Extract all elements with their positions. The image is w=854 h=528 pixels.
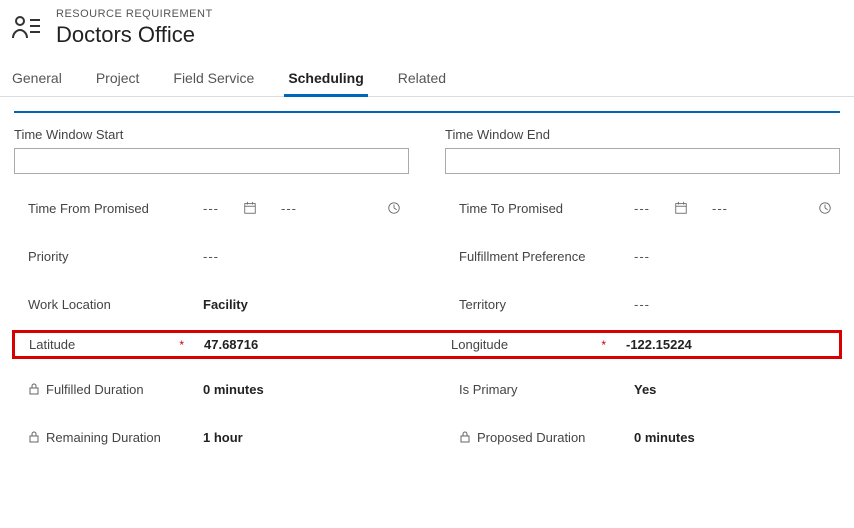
tab-scheduling[interactable]: Scheduling (284, 60, 367, 97)
record-title: Doctors Office (56, 22, 213, 48)
calendar-icon[interactable] (243, 201, 257, 215)
value-longitude[interactable]: -122.15224 (626, 337, 692, 352)
value-priority[interactable]: --- (203, 249, 219, 264)
label-longitude: Longitude (451, 337, 508, 352)
value-proposed-duration: 0 minutes (634, 430, 695, 445)
label-time-from-promised: Time From Promised (28, 201, 149, 216)
field-time-to-promised: Time To Promised --- --- (445, 184, 840, 232)
tab-field-service[interactable]: Field Service (169, 60, 258, 97)
label-territory: Territory (459, 297, 506, 312)
field-remaining-duration: Remaining Duration 1 hour (14, 413, 409, 461)
entity-icon (8, 10, 44, 46)
lock-icon (28, 431, 40, 443)
time-from-promised-time[interactable]: --- (281, 201, 297, 216)
value-remaining-duration: 1 hour (203, 430, 243, 445)
section-label-time-window-start: Time Window Start (14, 127, 409, 142)
entity-subtitle: RESOURCE REQUIREMENT (56, 8, 213, 20)
label-remaining-duration: Remaining Duration (46, 430, 161, 445)
field-fulfilled-duration: Fulfilled Duration 0 minutes (14, 365, 409, 413)
time-to-promised-time[interactable]: --- (712, 201, 728, 216)
label-work-location: Work Location (28, 297, 111, 312)
value-latitude[interactable]: 47.68716 (204, 337, 258, 352)
field-territory: Territory --- (445, 280, 840, 328)
left-column: Time Window Start Time From Promised ---… (14, 127, 409, 328)
field-work-location: Work Location Facility (14, 280, 409, 328)
label-fulfillment-preference: Fulfillment Preference (459, 249, 585, 264)
tab-related[interactable]: Related (394, 60, 450, 97)
field-time-from-promised: Time From Promised --- --- (14, 184, 409, 232)
lock-icon (459, 431, 471, 443)
label-latitude: Latitude (29, 337, 75, 352)
required-indicator: * (601, 338, 606, 352)
tab-project[interactable]: Project (92, 60, 144, 97)
label-time-to-promised: Time To Promised (459, 201, 563, 216)
field-fulfillment-preference: Fulfillment Preference --- (445, 232, 840, 280)
form-tabs: General Project Field Service Scheduling… (0, 60, 854, 97)
field-is-primary: Is Primary Yes (445, 365, 840, 413)
clock-icon[interactable] (818, 201, 832, 215)
value-is-primary[interactable]: Yes (634, 382, 656, 397)
tab-general[interactable]: General (8, 60, 66, 97)
field-proposed-duration: Proposed Duration 0 minutes (445, 413, 840, 461)
value-fulfillment-preference[interactable]: --- (634, 249, 650, 264)
value-territory[interactable]: --- (634, 297, 650, 312)
value-fulfilled-duration: 0 minutes (203, 382, 264, 397)
label-fulfilled-duration: Fulfilled Duration (46, 382, 144, 397)
highlighted-lat-long-row: Latitude * 47.68716 Longitude * -122.152… (12, 330, 842, 359)
time-window-start-input[interactable] (14, 148, 409, 174)
time-to-promised-date[interactable]: --- (634, 201, 650, 216)
section-label-time-window-end: Time Window End (445, 127, 840, 142)
required-indicator: * (179, 338, 184, 352)
label-is-primary: Is Primary (459, 382, 518, 397)
clock-icon[interactable] (387, 201, 401, 215)
calendar-icon[interactable] (674, 201, 688, 215)
lock-icon (28, 383, 40, 395)
label-priority: Priority (28, 249, 68, 264)
time-window-end-input[interactable] (445, 148, 840, 174)
record-header: RESOURCE REQUIREMENT Doctors Office (0, 0, 854, 60)
label-proposed-duration: Proposed Duration (477, 430, 585, 445)
value-work-location[interactable]: Facility (203, 297, 248, 312)
right-column: Time Window End Time To Promised --- ---… (445, 127, 840, 328)
time-from-promised-date[interactable]: --- (203, 201, 219, 216)
field-priority: Priority --- (14, 232, 409, 280)
